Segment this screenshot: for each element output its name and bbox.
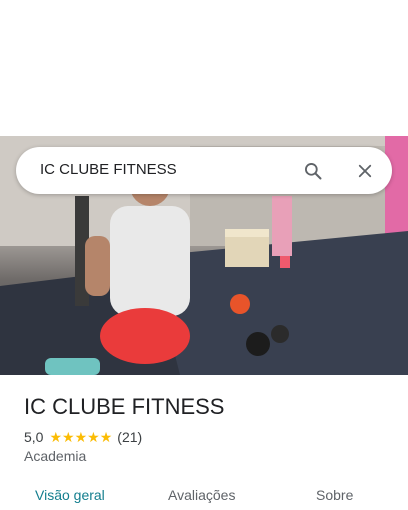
star-icon: ★ [74, 429, 88, 445]
search-input[interactable]: IC CLUBE FITNESS [40, 161, 177, 178]
place-title: IC CLUBE FITNESS [24, 394, 225, 419]
place-category[interactable]: Academia [24, 448, 86, 464]
tab-about[interactable]: Sobre [316, 487, 353, 503]
reviews-count[interactable]: (21) [117, 429, 142, 445]
close-icon[interactable] [349, 155, 381, 187]
star-icon: ★ [49, 429, 63, 445]
rating-row[interactable]: 5,0 ★ ★ ★ ★ ★ (21) [24, 428, 142, 446]
top-blank-area [0, 0, 408, 136]
search-bar[interactable]: IC CLUBE FITNESS [16, 147, 392, 194]
star-icon: ★ [99, 429, 113, 445]
tab-reviews[interactable]: Avaliações [168, 487, 235, 503]
star-icon: ★ [87, 429, 100, 445]
rating-value: 5,0 [24, 429, 44, 445]
search-icon[interactable] [297, 155, 329, 187]
place-tabs: Visão geral Avaliações Sobre [0, 476, 408, 510]
tab-overview[interactable]: Visão geral [35, 487, 105, 503]
star-icon: ★ [62, 429, 75, 445]
star-rating: ★ ★ ★ ★ ★ [49, 430, 112, 444]
